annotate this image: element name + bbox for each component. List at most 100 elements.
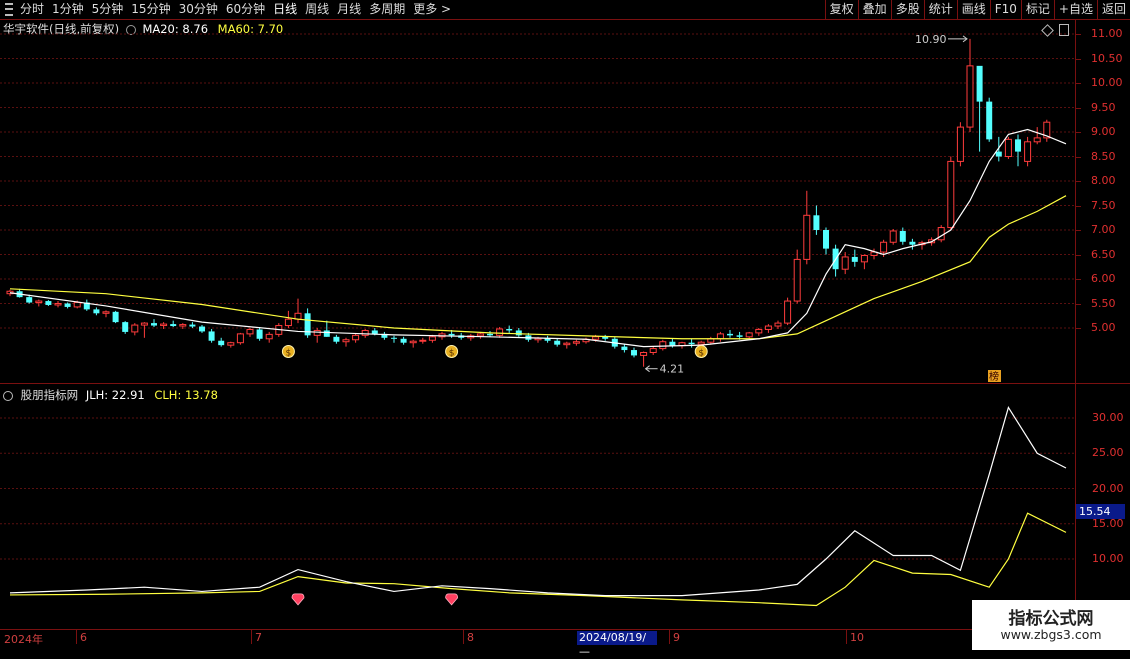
period-tab[interactable]: 分时 bbox=[16, 0, 48, 19]
price-tick-label: 9.50 bbox=[1091, 100, 1116, 114]
candle-body bbox=[803, 214, 811, 260]
price-tick bbox=[1076, 205, 1081, 207]
candle-body bbox=[170, 324, 177, 327]
month-label: 6 bbox=[80, 631, 87, 644]
candle-body bbox=[246, 328, 254, 335]
candle-body bbox=[1015, 139, 1021, 152]
candle-body bbox=[697, 341, 705, 345]
candle-body bbox=[688, 342, 695, 345]
candle-body bbox=[755, 328, 763, 334]
candle-body bbox=[727, 333, 733, 336]
candle-body bbox=[1004, 138, 1012, 157]
toolbar-button[interactable]: +自选 bbox=[1053, 0, 1097, 19]
price-tick-label: 7.00 bbox=[1091, 223, 1116, 236]
price-tick bbox=[1076, 303, 1081, 305]
price-tick-label: 8.00 bbox=[1091, 174, 1116, 187]
candle-body bbox=[937, 227, 945, 241]
indicator-tick-label: 30.00 bbox=[1092, 411, 1124, 424]
site-watermark: 指标公式网 www.zbgs3.com bbox=[972, 600, 1130, 650]
toolbar-button[interactable]: F10 bbox=[989, 0, 1021, 19]
candle-body bbox=[889, 230, 897, 243]
candle-body bbox=[333, 336, 340, 342]
indicator-tick-label: 20.00 bbox=[1092, 481, 1124, 495]
indicator-tick-label: 25.00 bbox=[1092, 446, 1124, 460]
candle-body bbox=[947, 160, 955, 229]
toolbar-button[interactable]: 画线 bbox=[956, 0, 990, 19]
candle-body bbox=[227, 342, 235, 346]
candle-body bbox=[218, 340, 225, 346]
candle-body bbox=[909, 241, 916, 245]
period-tab[interactable]: 日线 bbox=[269, 0, 301, 19]
period-tab[interactable]: 多周期 bbox=[365, 0, 409, 19]
candle-body bbox=[851, 256, 858, 262]
period-tab[interactable]: 更多 > bbox=[409, 0, 455, 19]
toolbar-button[interactable]: 叠加 bbox=[857, 0, 891, 19]
period-tab[interactable]: 周线 bbox=[301, 0, 333, 19]
price-tick-label: 10.50 bbox=[1091, 51, 1123, 65]
price-tick bbox=[1076, 58, 1081, 60]
rank-badge[interactable]: 榜 bbox=[988, 370, 1001, 382]
toolbar-button[interactable]: 统计 bbox=[923, 0, 957, 19]
price-tick-label: 10.00 bbox=[1091, 76, 1123, 89]
candle-body bbox=[93, 309, 100, 314]
svg-text:$: $ bbox=[286, 349, 292, 359]
candle-body bbox=[256, 329, 263, 339]
candle-body bbox=[976, 65, 983, 102]
money-bag-icon: $ bbox=[281, 345, 295, 359]
candle-body bbox=[45, 301, 52, 305]
candle-body bbox=[986, 101, 993, 140]
price-tick-label: 6.50 bbox=[1091, 247, 1116, 261]
period-tab[interactable]: 60分钟 bbox=[222, 0, 269, 19]
indicator-chart[interactable] bbox=[0, 384, 1076, 629]
price-tick bbox=[1076, 132, 1081, 133]
period-tab[interactable]: 5分钟 bbox=[88, 0, 128, 19]
candle-body bbox=[313, 329, 321, 336]
period-tab[interactable]: 15分钟 bbox=[127, 0, 174, 19]
candle-body bbox=[669, 341, 676, 346]
candle-body bbox=[1024, 141, 1032, 162]
menu-icon[interactable] bbox=[5, 3, 13, 16]
candle-body bbox=[73, 302, 81, 308]
candle-body bbox=[112, 311, 119, 323]
watermark-url: www.zbgs3.com bbox=[1000, 627, 1102, 642]
money-bag-icon: $ bbox=[694, 345, 708, 359]
candle-body bbox=[649, 348, 657, 353]
heart-signal-icon bbox=[291, 593, 305, 606]
candle-body bbox=[716, 333, 724, 340]
candlestick-chart[interactable]: $ $ $10.90 4.21 榜 bbox=[0, 20, 1076, 382]
candle-body bbox=[54, 303, 62, 306]
candle-body bbox=[342, 339, 350, 343]
candle-body bbox=[160, 323, 168, 327]
candle-body bbox=[823, 230, 829, 249]
candle-body bbox=[813, 215, 820, 230]
candle-body bbox=[419, 339, 427, 342]
candle-body bbox=[506, 328, 513, 331]
price-tick bbox=[1076, 230, 1081, 231]
month-separator bbox=[669, 630, 670, 644]
candle-body bbox=[409, 340, 417, 344]
toolbar-button[interactable]: 复权 bbox=[824, 0, 858, 19]
candle-body bbox=[35, 300, 43, 304]
candle-body bbox=[764, 325, 772, 330]
price-tick-label: 11.00 bbox=[1091, 27, 1123, 40]
svg-text:$: $ bbox=[698, 349, 704, 359]
candle-body bbox=[208, 331, 215, 341]
money-bag-icon: $ bbox=[445, 345, 459, 359]
candle-body bbox=[880, 241, 888, 253]
period-tab[interactable]: 月线 bbox=[333, 0, 365, 19]
function-buttons: 复权 叠加 多股 统计 画线 F10 标记 +自选 返回 bbox=[824, 0, 1130, 19]
toolbar-button[interactable]: 多股 bbox=[890, 0, 924, 19]
candle-body bbox=[515, 330, 522, 336]
candle-body bbox=[371, 330, 378, 334]
high-price-annotation: 10.90 bbox=[915, 33, 947, 46]
candle-body bbox=[131, 324, 139, 333]
candle-body bbox=[899, 230, 906, 242]
period-tab[interactable]: 30分钟 bbox=[175, 0, 222, 19]
toolbar-button[interactable]: 标记 bbox=[1020, 0, 1054, 19]
period-tab[interactable]: 1分钟 bbox=[48, 0, 88, 19]
panel-toggle-icon[interactable] bbox=[1059, 24, 1069, 36]
price-tick-label: 5.00 bbox=[1091, 321, 1116, 334]
indicator-tick-label: 10.00 bbox=[1092, 552, 1124, 565]
toolbar-button[interactable]: 返回 bbox=[1096, 0, 1130, 19]
price-tick bbox=[1076, 254, 1081, 256]
